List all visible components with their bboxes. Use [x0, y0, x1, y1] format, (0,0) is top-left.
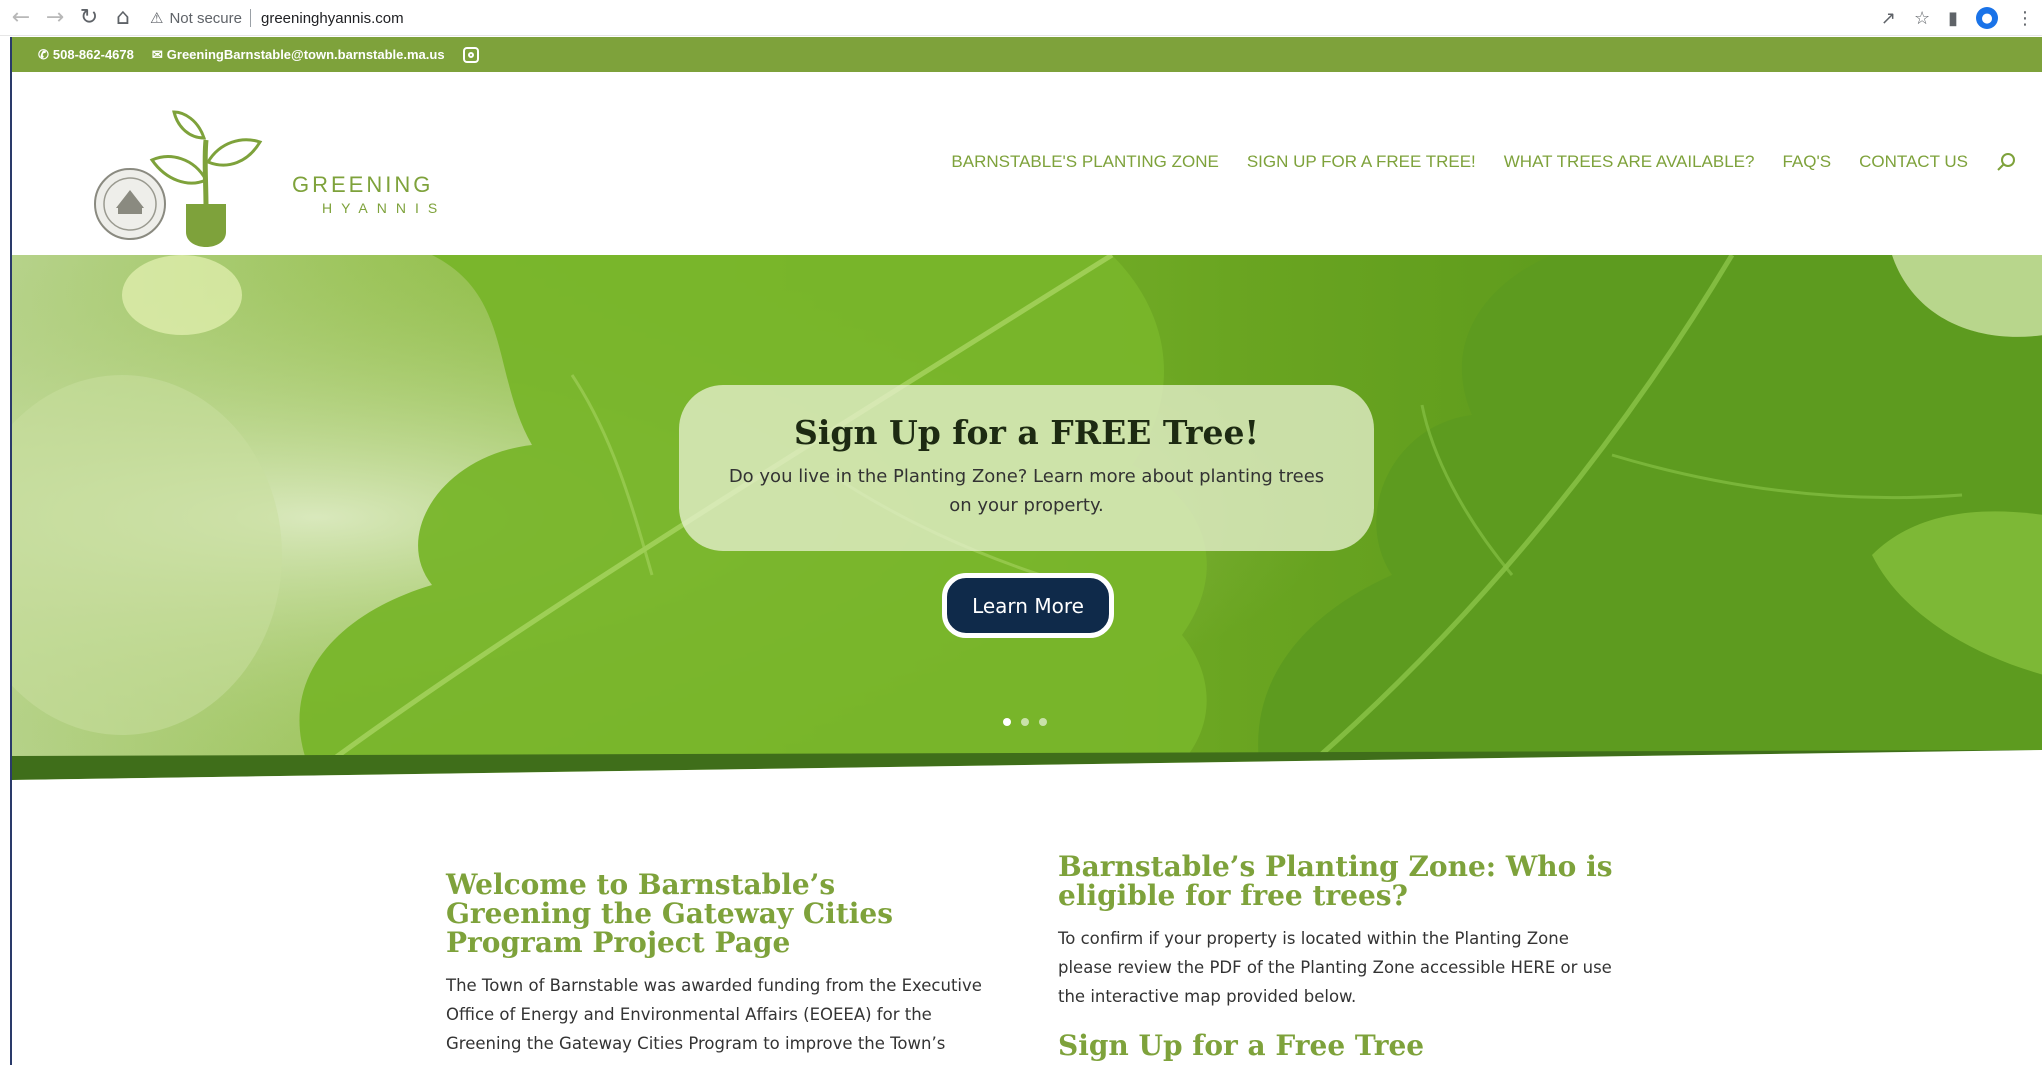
hero-divider — [12, 750, 2042, 780]
email-link[interactable]: ✉ GreeningBarnstable@town.barnstable.ma.… — [152, 47, 445, 63]
envelope-icon: ✉ — [151, 46, 163, 62]
reload-icon[interactable]: ↻ — [76, 5, 102, 31]
welcome-section: Welcome to Barnstable’s Greening the Gat… — [446, 870, 986, 1058]
search-icon[interactable] — [1996, 152, 2016, 172]
slider-dot-2[interactable] — [1021, 718, 1029, 726]
nav-item-trees-available[interactable]: WHAT TREES ARE AVAILABLE? — [1504, 152, 1755, 172]
logo-graphic — [94, 110, 263, 247]
address-bar[interactable]: ⚠ Not secure greeninghyannis.com — [150, 4, 1870, 32]
browser-toolbar: ← → ↻ ⌂ ⚠ Not secure greeninghyannis.com… — [0, 0, 2042, 36]
welcome-heading: Welcome to Barnstable’s Greening the Gat… — [446, 868, 893, 959]
security-label: Not secure — [169, 9, 242, 27]
browser-actions: ↗ ☆ ▮ ● ⋮ — [1881, 4, 2034, 32]
site-header: GREENING HYANNIS BARNSTABLE'S PLANTING Z… — [12, 72, 2042, 255]
welcome-body: The Town of Barnstable was awarded fundi… — [446, 976, 982, 1053]
hero-title: Sign Up for a FREE Tree! — [794, 413, 1259, 452]
main-navigation: BARNSTABLE'S PLANTING ZONE SIGN UP FOR A… — [951, 152, 2016, 172]
menu-kebab-icon[interactable]: ⋮ — [2016, 8, 2034, 29]
instagram-icon[interactable] — [462, 46, 479, 63]
learn-more-button[interactable]: Learn More — [942, 573, 1114, 638]
hero-caption: Sign Up for a FREE Tree! Do you live in … — [679, 385, 1374, 551]
phone-icon: ✆ — [38, 46, 49, 62]
nav-item-planting-zone[interactable]: BARNSTABLE'S PLANTING ZONE — [951, 152, 1218, 172]
nav-item-contact-us[interactable]: CONTACT US — [1859, 152, 1968, 172]
warning-icon: ⚠ — [150, 10, 164, 27]
logo-wordmark: GREENING HYANNIS — [292, 172, 446, 216]
slider-dot-3[interactable] — [1039, 718, 1047, 726]
logo-line-2: HYANNIS — [322, 200, 447, 216]
home-icon[interactable]: ⌂ — [110, 5, 136, 31]
contact-bar: ✆ 508-862-4678 ✉ GreeningBarnstable@town… — [12, 37, 2042, 72]
share-icon[interactable]: ↗ — [1881, 8, 1896, 29]
nav-item-faqs[interactable]: FAQ'S — [1782, 152, 1831, 172]
email-address: GreeningBarnstable@town.barnstable.ma.us — [166, 47, 445, 62]
zone-heading: Barnstable’s Planting Zone: Who is eligi… — [1058, 850, 1613, 912]
site-logo[interactable]: GREENING HYANNIS — [82, 80, 437, 250]
omnibox-divider — [250, 9, 251, 27]
zone-body: To confirm if your property is located w… — [1058, 929, 1612, 1006]
phone-link[interactable]: ✆ 508-862-4678 — [38, 47, 134, 63]
hero-subtitle: Do you live in the Planting Zone? Learn … — [728, 466, 1325, 516]
bookmark-star-icon[interactable]: ☆ — [1914, 8, 1930, 29]
profile-avatar-icon[interactable]: ● — [1976, 7, 1998, 29]
slider-dot-1[interactable] — [1003, 718, 1011, 726]
planting-zone-section: Barnstable’s Planting Zone: Who is eligi… — [1058, 852, 1618, 1060]
phone-number: 508-862-4678 — [52, 47, 134, 62]
url-text[interactable]: greeninghyannis.com — [261, 10, 404, 27]
back-icon[interactable]: ← — [8, 5, 34, 31]
side-panel-icon[interactable]: ▮ — [1948, 8, 1958, 29]
signup-heading: Sign Up for a Free Tree — [1058, 1029, 1425, 1062]
nav-item-sign-up[interactable]: SIGN UP FOR A FREE TREE! — [1247, 152, 1476, 172]
slider-dots — [1003, 718, 1047, 726]
hero-slider: Sign Up for a FREE Tree! Do you live in … — [12, 255, 2042, 780]
logo-line-1: GREENING — [292, 172, 434, 197]
web-page: ✆ 508-862-4678 ✉ GreeningBarnstable@town… — [10, 37, 2042, 1065]
forward-icon[interactable]: → — [42, 5, 68, 31]
